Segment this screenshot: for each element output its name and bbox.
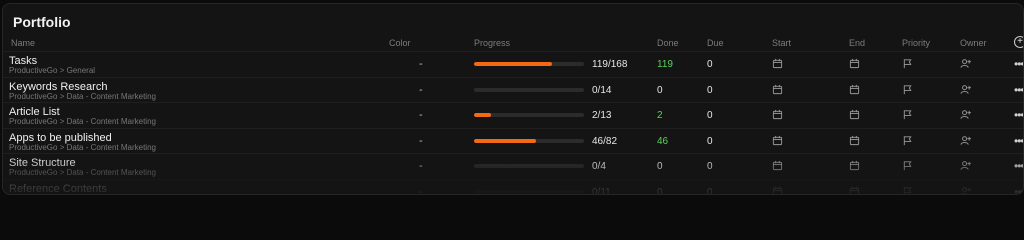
table-row[interactable]: Article List ProductiveGo > Data - Conte… — [3, 102, 1023, 128]
add-user-icon[interactable] — [960, 186, 971, 196]
row-due-count: 0 — [707, 110, 713, 121]
table-row[interactable]: Site Structure ProductiveGo > Data - Con… — [3, 153, 1023, 179]
row-color[interactable]: - — [419, 160, 423, 172]
calendar-icon[interactable] — [849, 84, 860, 95]
row-color[interactable]: - — [419, 84, 423, 96]
add-user-icon[interactable] — [960, 160, 971, 171]
calendar-icon[interactable] — [772, 186, 783, 196]
row-color[interactable]: - — [419, 186, 423, 195]
plus-circle-icon[interactable]: + — [1014, 36, 1023, 48]
calendar-icon[interactable] — [772, 84, 783, 95]
calendar-icon[interactable] — [772, 58, 783, 69]
progress-fill — [474, 138, 536, 143]
row-color[interactable]: - — [419, 109, 423, 121]
progress-ratio: 119/168 — [592, 59, 628, 70]
flag-icon[interactable] — [902, 109, 913, 120]
progress-bar — [474, 138, 584, 143]
progress-ratio: 0/11 — [592, 186, 611, 195]
progress-bar — [474, 164, 584, 168]
row-due-count: 0 — [707, 135, 713, 147]
row-done-count: 0 — [657, 161, 663, 172]
flag-icon[interactable] — [902, 84, 913, 95]
add-user-icon[interactable] — [960, 58, 971, 69]
column-start[interactable]: Start — [772, 38, 791, 48]
table-row[interactable]: Apps to be published ProductiveGo > Data… — [3, 127, 1023, 154]
row-path: ProductiveGo > General — [9, 66, 96, 75]
progress-bar — [474, 113, 584, 117]
flag-icon[interactable] — [902, 135, 913, 146]
progress-ratio: 2/13 — [592, 110, 612, 121]
row-due-count: 0 — [707, 186, 713, 195]
add-user-icon[interactable] — [960, 84, 971, 95]
row-due-count: 0 — [707, 59, 713, 70]
row-due-count: 0 — [707, 161, 713, 172]
row-done-count: 46 — [657, 135, 669, 147]
portfolio-panel: Portfolio Name Color Progress Done Due S… — [2, 3, 1024, 195]
column-priority[interactable]: Priority — [902, 38, 930, 48]
add-user-icon[interactable] — [960, 109, 971, 120]
more-dots-icon[interactable]: ••• — [1014, 57, 1023, 71]
calendar-icon[interactable] — [849, 135, 860, 146]
column-owner[interactable]: Owner — [960, 38, 987, 48]
column-name[interactable]: Name — [11, 38, 35, 48]
flag-icon[interactable] — [902, 160, 913, 171]
row-color[interactable]: - — [419, 58, 423, 70]
calendar-icon[interactable] — [849, 186, 860, 196]
row-done-count: 2 — [657, 110, 663, 121]
more-dots-icon[interactable]: ••• — [1014, 185, 1023, 195]
more-dots-icon[interactable]: ••• — [1014, 134, 1023, 148]
progress-ratio: 0/14 — [592, 84, 612, 96]
row-path: ProductiveGo > Data - Content Marketing — [9, 168, 156, 177]
row-due-count: 0 — [707, 84, 713, 96]
column-due[interactable]: Due — [707, 38, 724, 48]
table-body: Tasks ProductiveGo > General - 119/168 1… — [3, 51, 1023, 196]
column-end[interactable]: End — [849, 38, 865, 48]
add-user-icon[interactable] — [960, 135, 971, 146]
progress-bar — [474, 62, 584, 66]
flag-icon[interactable] — [902, 58, 913, 69]
row-color[interactable]: - — [419, 135, 423, 147]
calendar-icon[interactable] — [772, 135, 783, 146]
calendar-icon[interactable] — [849, 109, 860, 120]
progress-fill — [474, 62, 553, 66]
row-path: ProductiveGo > Data - Content Marketing — [9, 91, 156, 101]
panel-title: Portfolio — [13, 14, 71, 30]
column-done[interactable]: Done — [657, 38, 679, 48]
row-done-count: 0 — [657, 84, 663, 96]
flag-icon[interactable] — [902, 186, 913, 196]
calendar-icon[interactable] — [849, 160, 860, 171]
more-dots-icon[interactable]: ••• — [1014, 83, 1023, 97]
column-color[interactable]: Color — [389, 38, 411, 48]
progress-bar — [474, 189, 584, 194]
row-done-count: 119 — [657, 59, 673, 70]
more-dots-icon[interactable]: ••• — [1014, 159, 1023, 173]
progress-bar — [474, 87, 584, 92]
table-row[interactable]: Reference Contents ProductiveGo > Data -… — [3, 178, 1023, 196]
column-progress[interactable]: Progress — [474, 38, 510, 48]
more-dots-icon[interactable]: ••• — [1014, 108, 1023, 122]
table-header: Name Color Progress Done Due Start End P… — [3, 36, 1023, 50]
calendar-icon[interactable] — [772, 109, 783, 120]
row-path: ProductiveGo > Data - Content Marketing — [9, 117, 156, 126]
table-row[interactable]: Keywords Research ProductiveGo > Data - … — [3, 76, 1023, 103]
row-path: ProductiveGo > Data - Content Marketing — [9, 142, 156, 152]
progress-ratio: 0/4 — [592, 161, 606, 172]
progress-fill — [474, 113, 491, 117]
calendar-icon[interactable] — [772, 160, 783, 171]
table-row[interactable]: Tasks ProductiveGo > General - 119/168 1… — [3, 51, 1023, 77]
calendar-icon[interactable] — [849, 58, 860, 69]
row-done-count: 0 — [657, 186, 663, 195]
progress-ratio: 46/82 — [592, 135, 618, 147]
row-path: ProductiveGo > Data - Content Marketing — [9, 194, 156, 195]
